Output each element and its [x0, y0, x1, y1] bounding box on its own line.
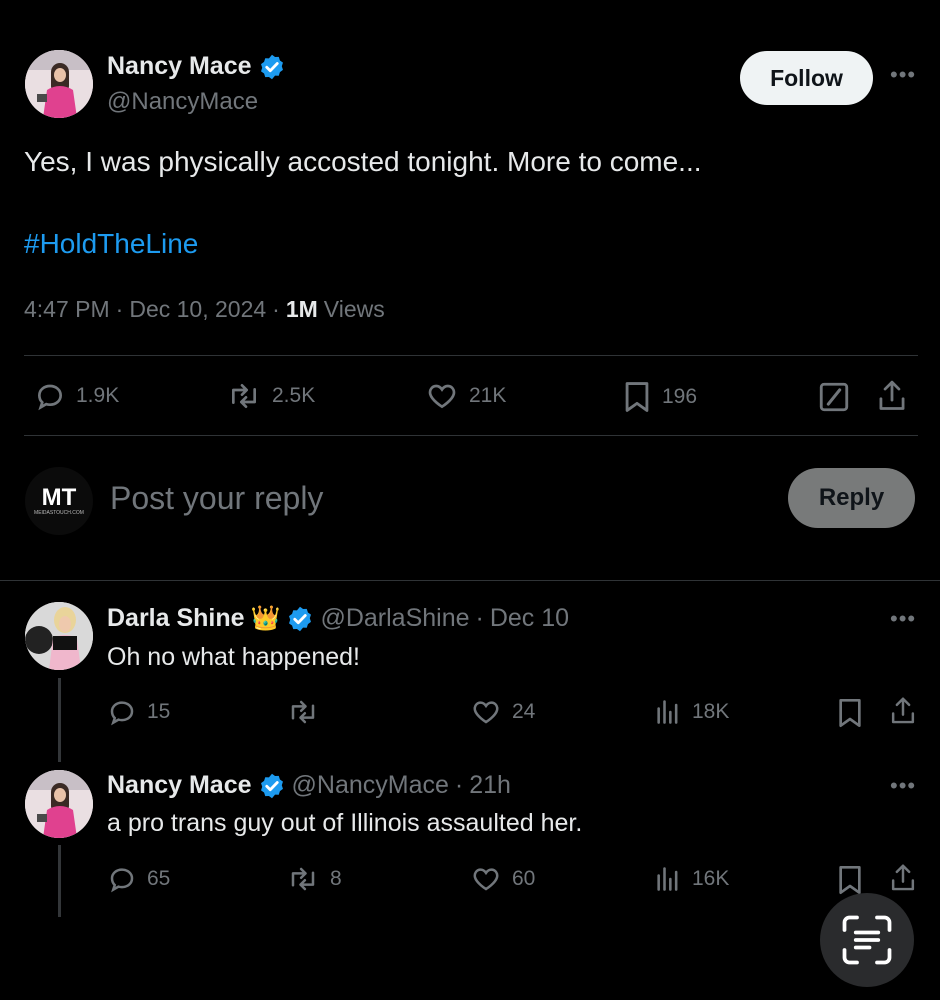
- repost-count: 8: [330, 867, 342, 890]
- verified-badge-icon: [258, 53, 286, 81]
- analytics-icon: [657, 867, 678, 891]
- reply-handle[interactable]: @NancyMace: [292, 771, 449, 800]
- author-handle[interactable]: @NancyMace: [107, 88, 258, 116]
- heart-icon: [473, 701, 499, 724]
- meta-separator: ·: [454, 771, 464, 799]
- reply-action[interactable]: 65: [107, 864, 170, 894]
- avatar-photo: [25, 50, 93, 118]
- reply-time[interactable]: 21h: [469, 771, 511, 800]
- meta-separator: ·: [272, 296, 280, 322]
- tweet-text: Yes, I was physically accosted tonight. …: [24, 146, 702, 177]
- repost-action[interactable]: 2.5K: [226, 380, 315, 412]
- bookmark-icon: [625, 382, 649, 412]
- reply-icon: [110, 701, 134, 726]
- repost-icon: [231, 384, 256, 408]
- avatar-photo: [25, 602, 93, 670]
- share-icon[interactable]: [888, 862, 918, 894]
- bookmark-icon[interactable]: [836, 697, 864, 729]
- scan-text-icon: [842, 915, 892, 965]
- like-count: 21K: [469, 384, 507, 407]
- divider: [0, 580, 940, 581]
- repost-action[interactable]: 8: [286, 864, 342, 894]
- crown-emoji-icon: 👑: [250, 605, 281, 632]
- tweet-date[interactable]: Dec 10, 2024: [129, 296, 266, 323]
- reply-text: Oh no what happened!: [107, 643, 360, 671]
- repost-icon: [291, 867, 315, 891]
- like-count: 24: [512, 700, 536, 723]
- heart-icon: [428, 384, 456, 409]
- repost-count: 2.5K: [272, 384, 316, 407]
- reply-button[interactable]: Reply: [788, 468, 915, 528]
- views-count: 16K: [692, 867, 730, 890]
- reply-input[interactable]: Post your reply: [110, 480, 323, 517]
- more-options-icon[interactable]: •••: [890, 773, 916, 799]
- views-label: Views: [323, 296, 385, 322]
- like-count: 60: [512, 867, 536, 890]
- reply-avatar[interactable]: [25, 602, 93, 670]
- reply-button-label: Reply: [818, 484, 885, 511]
- reply-text: a pro trans guy out of Illinois assaulte…: [107, 809, 583, 837]
- avatar-logo-text: MT: [41, 484, 77, 511]
- reply-handle[interactable]: @DarlaShine: [320, 604, 469, 633]
- more-options-icon[interactable]: •••: [890, 62, 916, 88]
- views-action[interactable]: 18K: [654, 697, 729, 727]
- divider: [24, 355, 918, 356]
- tweet-meta: 4:47 PM · Dec 10, 2024 · 1M Views: [24, 296, 385, 323]
- bookmark-count: 196: [662, 385, 698, 408]
- author-name[interactable]: Nancy Mace: [107, 52, 252, 81]
- reply-author-name[interactable]: Nancy Mace: [107, 771, 252, 800]
- share-icon[interactable]: [888, 695, 918, 727]
- tweet-time[interactable]: 4:47 PM: [24, 296, 110, 323]
- views-count: 18K: [692, 700, 730, 723]
- reply-icon: [110, 868, 134, 893]
- reply-icon: [37, 384, 63, 411]
- reply-action[interactable]: 15: [107, 697, 170, 727]
- bookmark-icon[interactable]: [836, 864, 864, 896]
- like-action[interactable]: 60: [470, 864, 535, 894]
- like-action[interactable]: 24: [470, 697, 535, 727]
- more-options-icon[interactable]: •••: [890, 606, 916, 632]
- scan-text-button[interactable]: [820, 893, 914, 987]
- reply-header: Darla Shine 👑 @DarlaShine · Dec 10: [107, 604, 569, 633]
- avatar-logo-subtext: MEIDASTOUCH.COM: [34, 510, 84, 516]
- verified-badge-icon: [258, 772, 286, 800]
- reply-time[interactable]: Dec 10: [490, 604, 569, 633]
- author-avatar[interactable]: [25, 50, 93, 118]
- reply-avatar[interactable]: [25, 770, 93, 838]
- avatar-photo: [25, 770, 93, 838]
- meta-separator: ·: [475, 604, 484, 632]
- meta-separator: ·: [115, 296, 124, 322]
- reply-header: Nancy Mace @NancyMace · 21h: [107, 771, 511, 800]
- verified-badge-icon: [286, 605, 314, 633]
- share-icon[interactable]: [875, 378, 909, 414]
- heart-icon: [473, 868, 499, 891]
- follow-button[interactable]: Follow: [740, 51, 873, 105]
- bookmark-action[interactable]: 196: [622, 380, 697, 414]
- thread-line: [58, 678, 61, 762]
- hashtag-link[interactable]: #HoldTheLine: [24, 228, 198, 260]
- like-action[interactable]: 21K: [425, 380, 506, 412]
- reply-count: 15: [147, 700, 171, 723]
- user-avatar[interactable]: MT MEIDASTOUCH.COM: [25, 467, 93, 535]
- reply-action[interactable]: 1.9K: [34, 380, 119, 412]
- views-count: 1M: [285, 296, 318, 322]
- thread-line: [58, 845, 61, 917]
- divider: [24, 435, 918, 436]
- follow-label: Follow: [770, 64, 843, 91]
- analytics-icon: [657, 700, 678, 724]
- repost-icon: [291, 700, 315, 724]
- reply-count: 65: [147, 867, 171, 890]
- reply-count: 1.9K: [76, 384, 120, 407]
- repost-action[interactable]: [286, 697, 330, 727]
- views-action[interactable]: 16K: [654, 864, 729, 894]
- grok-icon[interactable]: [817, 380, 851, 414]
- reply-author-name[interactable]: Darla Shine: [107, 604, 245, 633]
